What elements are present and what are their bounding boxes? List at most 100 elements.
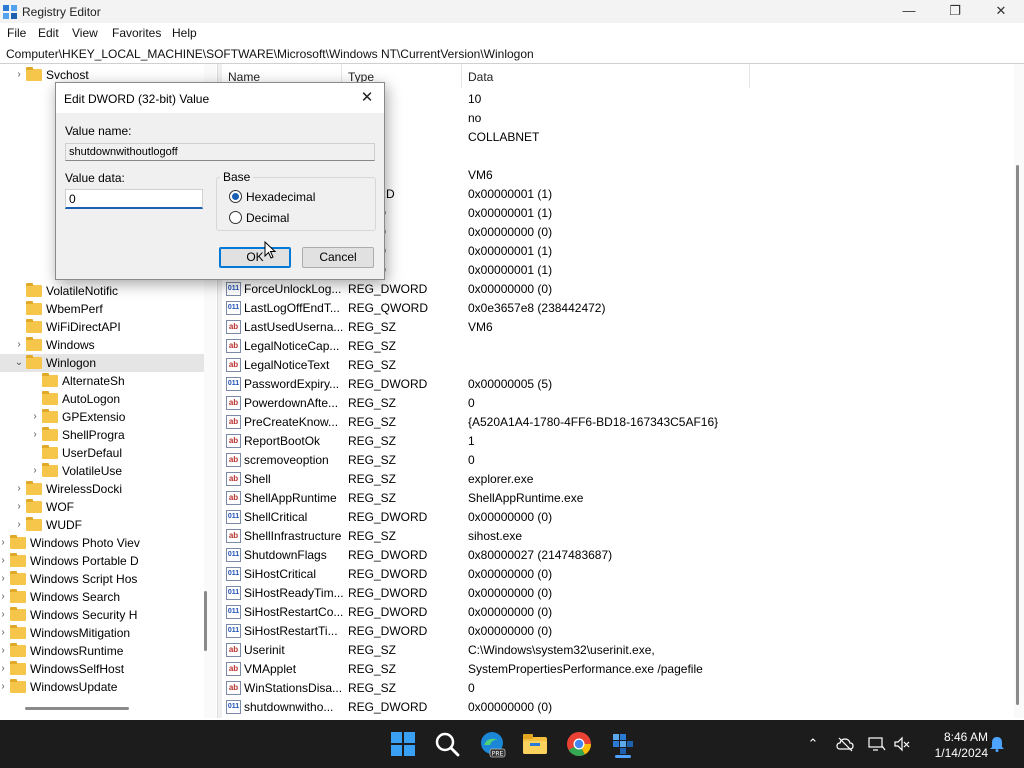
- ok-button[interactable]: OK: [219, 247, 291, 268]
- menu-file[interactable]: File: [7, 26, 26, 40]
- table-row[interactable]: ab ShellAppRuntime REG_SZ ShellAppRuntime.e…: [222, 489, 1012, 508]
- table-row[interactable]: ab LegalNoticeText REG_SZ: [222, 356, 1012, 375]
- onedrive-cloud-icon[interactable]: [836, 736, 854, 752]
- column-header-data[interactable]: Data: [462, 64, 750, 88]
- tree-expand-chevron-icon[interactable]: ›: [0, 642, 8, 660]
- clock-time[interactable]: 8:46 AM: [926, 730, 988, 744]
- hexadecimal-label[interactable]: Hexadecimal: [246, 190, 315, 204]
- tree-node[interactable]: WiFiDirectAPI: [0, 318, 204, 336]
- table-row[interactable]: ab PowerdownAfte... REG_SZ 0: [222, 394, 1012, 413]
- table-row[interactable]: 011 SiHostRestartCo... REG_DWORD 0x00000000…: [222, 603, 1012, 622]
- list-scroll-thumb[interactable]: [1016, 165, 1019, 705]
- tree-node[interactable]: › Windows: [0, 336, 204, 354]
- table-row[interactable]: ab ReportBootOk REG_SZ 1: [222, 432, 1012, 451]
- tree-expand-chevron-icon[interactable]: [14, 282, 24, 300]
- tree-node-label[interactable]: Windows Search: [30, 590, 120, 604]
- cancel-button[interactable]: Cancel: [302, 247, 374, 268]
- dialog-close-button[interactable]: ✕: [356, 87, 378, 109]
- tree-node-label[interactable]: Windows Security H: [30, 608, 137, 622]
- table-row[interactable]: ab WinStationsDisa... REG_SZ 0: [222, 679, 1012, 698]
- maximize-button[interactable]: ❐: [932, 0, 978, 23]
- table-row[interactable]: 011 SiHostReadyTim... REG_DWORD 0x00000000 …: [222, 584, 1012, 603]
- tree-expand-chevron-icon[interactable]: ›: [14, 516, 24, 534]
- table-row[interactable]: ab LegalNoticeCap... REG_SZ: [222, 337, 1012, 356]
- clock-date[interactable]: 1/14/2024: [926, 746, 988, 760]
- tree-expand-chevron-icon[interactable]: [14, 318, 24, 336]
- tree-expand-chevron-icon[interactable]: ›: [0, 606, 8, 624]
- table-row[interactable]: 011 shutdownwitho... REG_DWORD 0x00000000 (…: [222, 698, 1012, 717]
- tree-node[interactable]: › WindowsMitigation: [0, 624, 204, 642]
- tree-node[interactable]: › WUDF: [0, 516, 204, 534]
- table-row[interactable]: 011 PasswordExpiry... REG_DWORD 0x00000005 …: [222, 375, 1012, 394]
- tree-expand-chevron-icon[interactable]: ›: [0, 570, 8, 588]
- tree-node-label[interactable]: Windows: [46, 338, 95, 352]
- tree-node-label[interactable]: Windows Portable D: [30, 554, 139, 568]
- tree-expand-chevron-icon[interactable]: ›: [30, 462, 40, 480]
- value-data-input[interactable]: [65, 189, 203, 209]
- tree-expand-chevron-icon[interactable]: ›: [14, 480, 24, 498]
- search-icon[interactable]: [433, 730, 461, 758]
- file-explorer-icon[interactable]: [521, 730, 549, 758]
- tree-node[interactable]: › Windows Portable D: [0, 552, 204, 570]
- tree-expand-chevron-icon[interactable]: [30, 444, 40, 462]
- table-row[interactable]: ab VMApplet REG_SZ SystemPropertiesPerforma…: [222, 660, 1012, 679]
- tree-node[interactable]: › Windows Photo Viev: [0, 534, 204, 552]
- tree-node[interactable]: › Windows Security H: [0, 606, 204, 624]
- value-name-field[interactable]: [65, 143, 375, 161]
- hexadecimal-radio[interactable]: [229, 190, 242, 203]
- tree-expand-chevron-icon[interactable]: ›: [14, 66, 24, 84]
- table-row[interactable]: 011 SiHostRestartTi... REG_DWORD 0x00000000…: [222, 622, 1012, 641]
- menu-view[interactable]: View: [72, 26, 98, 40]
- tree-node[interactable]: › WindowsSelfHost: [0, 660, 204, 678]
- tree-node-label[interactable]: Windows Photo Viev: [30, 536, 140, 550]
- tree-node[interactable]: › WirelessDocki: [0, 480, 204, 498]
- tree-node[interactable]: UserDefaul: [0, 444, 204, 462]
- tree-node[interactable]: › ShellProgra: [0, 426, 204, 444]
- tree-expand-chevron-icon[interactable]: ›: [0, 534, 8, 552]
- tree-node-label[interactable]: WindowsUpdate: [30, 680, 117, 694]
- minimize-button[interactable]: —: [886, 0, 932, 23]
- address-bar[interactable]: Computer\HKEY_LOCAL_MACHINE\SOFTWARE\Mic…: [0, 43, 1024, 64]
- tree-expand-chevron-icon[interactable]: ›: [14, 336, 24, 354]
- tree-node[interactable]: VolatileNotific: [0, 282, 204, 300]
- table-row[interactable]: ab Shell REG_SZ explorer.exe: [222, 470, 1012, 489]
- tree-node[interactable]: › WOF: [0, 498, 204, 516]
- tree-expand-chevron-icon[interactable]: [14, 300, 24, 318]
- table-row[interactable]: ab PreCreateKnow... REG_SZ {A520A1A4-1780-4…: [222, 413, 1012, 432]
- tree-node[interactable]: › Windows Search: [0, 588, 204, 606]
- tree-node[interactable]: › VolatileUse: [0, 462, 204, 480]
- tree-node-label[interactable]: UserDefaul: [62, 446, 122, 460]
- tree-node-label[interactable]: WUDF: [46, 518, 82, 532]
- tree-expand-chevron-icon[interactable]: ›: [30, 408, 40, 426]
- tree-node-label[interactable]: Winlogon: [46, 356, 96, 370]
- address-path[interactable]: Computer\HKEY_LOCAL_MACHINE\SOFTWARE\Mic…: [6, 47, 534, 61]
- table-row[interactable]: ab scremoveoption REG_SZ 0: [222, 451, 1012, 470]
- decimal-label[interactable]: Decimal: [246, 211, 289, 225]
- tree-node-label[interactable]: Svchost: [46, 68, 89, 82]
- tree-node-label[interactable]: Windows Script Hos: [30, 572, 137, 586]
- tree-expand-chevron-icon[interactable]: ›: [0, 588, 8, 606]
- tree-node-label[interactable]: WiFiDirectAPI: [46, 320, 121, 334]
- tree-node-label[interactable]: ShellProgra: [62, 428, 125, 442]
- tree-expand-chevron-icon[interactable]: ›: [0, 678, 8, 696]
- menu-help[interactable]: Help: [172, 26, 197, 40]
- table-row[interactable]: 011 LastLogOffEndT... REG_QWORD 0x0e3657e8 …: [222, 299, 1012, 318]
- tree-node-label[interactable]: VolatileUse: [62, 464, 122, 478]
- close-button[interactable]: ✕: [978, 0, 1024, 23]
- tree-horizontal-scroll-thumb[interactable]: [25, 707, 129, 710]
- network-icon[interactable]: [868, 736, 886, 752]
- tree-scroll-thumb[interactable]: [204, 591, 207, 651]
- chrome-browser-icon[interactable]: [565, 730, 593, 758]
- table-row[interactable]: 011 ForceUnlockLog... REG_DWORD 0x00000000 …: [222, 280, 1012, 299]
- edge-browser-icon[interactable]: PRE: [478, 730, 506, 758]
- volume-muted-icon[interactable]: [893, 736, 911, 752]
- menu-favorites[interactable]: Favorites: [112, 26, 161, 40]
- tree-node-label[interactable]: GPExtensio: [62, 410, 125, 424]
- show-hidden-icons-chevron[interactable]: ⌃: [804, 736, 822, 752]
- tree-node-label[interactable]: AlternateSh: [62, 374, 125, 388]
- tree-expand-chevron-icon[interactable]: ›: [0, 660, 8, 678]
- start-button-icon[interactable]: [389, 730, 417, 758]
- tree-expand-chevron-icon[interactable]: ›: [0, 624, 8, 642]
- tree-node[interactable]: ⌄ Winlogon: [0, 354, 204, 372]
- table-row[interactable]: 011 SiHostCritical REG_DWORD 0x00000000 (0): [222, 565, 1012, 584]
